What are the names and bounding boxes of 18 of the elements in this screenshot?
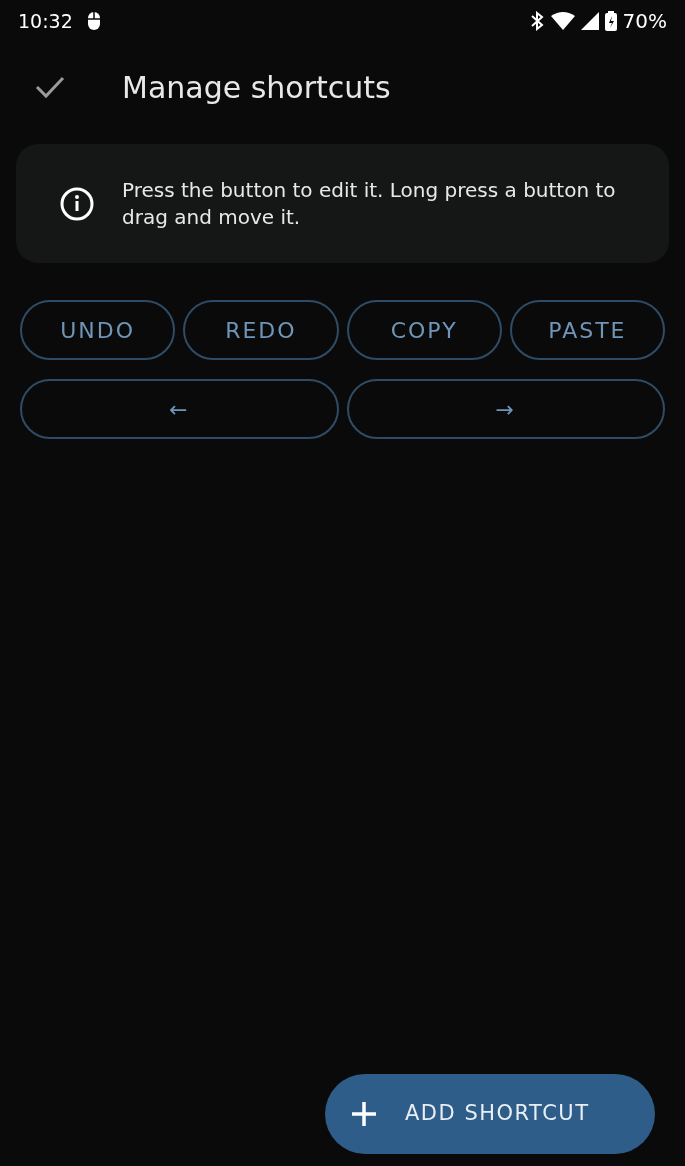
mouse-icon [86, 11, 101, 31]
info-icon [60, 186, 94, 221]
add-shortcut-button[interactable]: ADD SHORTCUT [325, 1074, 655, 1154]
check-icon [35, 75, 65, 99]
shortcut-button[interactable]: UNDO [20, 300, 176, 360]
plus-icon [351, 1101, 377, 1127]
screen-title: Manage shortcuts [122, 68, 391, 107]
info-text: Press the button to edit it. Long press a button to drag and move it. [122, 176, 617, 231]
shortcut-button[interactable]: COPY [346, 300, 502, 360]
battery-icon [604, 11, 617, 31]
battery-percentage: 70% [622, 8, 667, 35]
wifi-icon [550, 12, 575, 30]
signal-icon [580, 12, 599, 30]
shortcut-button[interactable]: PASTE [509, 300, 665, 360]
status-time: 10:32 [18, 8, 73, 34]
shortcut-button[interactable]: ← [20, 379, 339, 439]
shortcut-button[interactable]: REDO [183, 300, 339, 360]
shortcut-button[interactable]: → [346, 379, 665, 439]
